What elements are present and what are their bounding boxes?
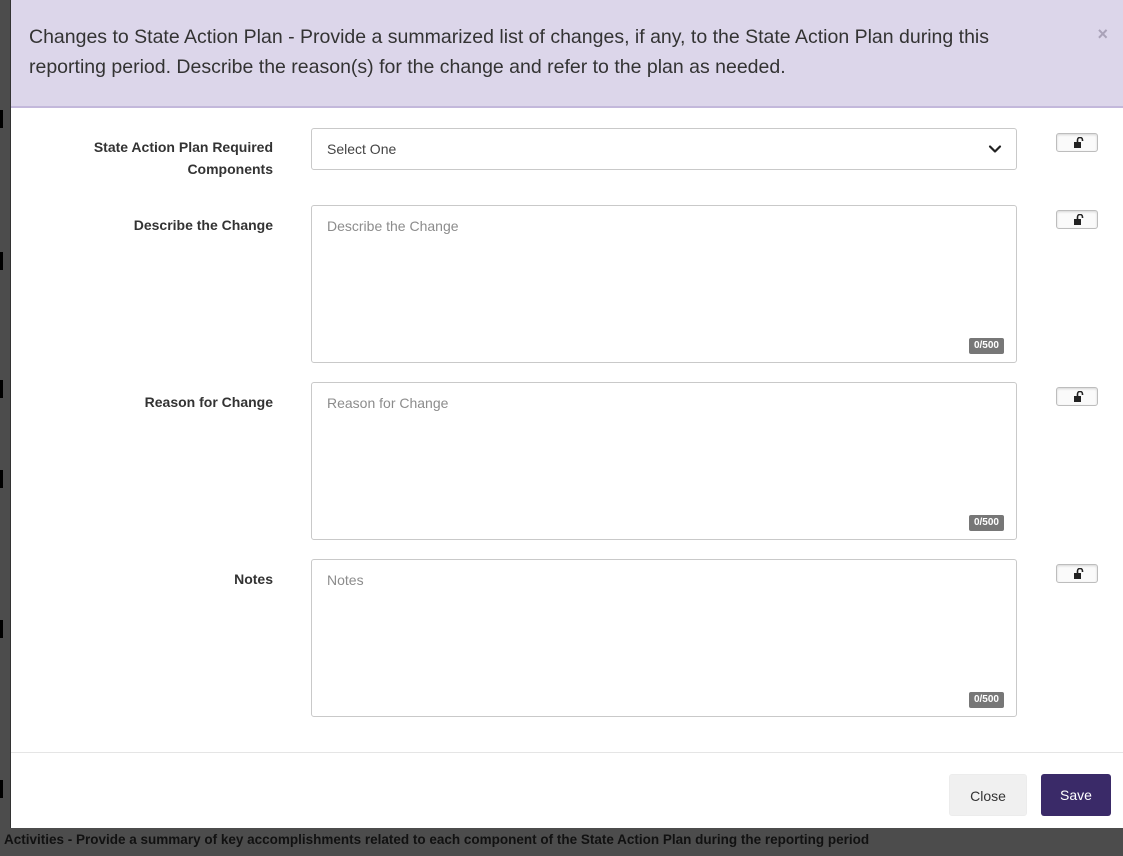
- describe-change-textarea[interactable]: Describe the Change 0/500: [311, 205, 1017, 363]
- close-icon[interactable]: ×: [1097, 24, 1108, 45]
- background-tick: [0, 780, 3, 798]
- background-tick: [0, 380, 3, 398]
- unlock-icon: [1074, 214, 1084, 225]
- describe-lock-button[interactable]: [1056, 210, 1098, 229]
- background-tick: [0, 252, 3, 270]
- describe-char-counter: 0/500: [968, 338, 1004, 354]
- components-select[interactable]: Select One: [311, 128, 1017, 170]
- reason-placeholder: Reason for Change: [327, 395, 449, 411]
- describe-label: Describe the Change: [133, 217, 273, 233]
- background-tick: [0, 620, 3, 638]
- components-label: State Action Plan Required Components: [93, 139, 273, 177]
- describe-placeholder: Describe the Change: [327, 218, 459, 234]
- components-selected-value: Select One: [327, 141, 397, 157]
- chevron-down-icon: [988, 145, 1002, 153]
- unlock-icon: [1074, 137, 1084, 148]
- background-left-edge: [0, 0, 10, 830]
- reason-label: Reason for Change: [144, 394, 273, 410]
- modal-title: Changes to State Action Plan - Provide a…: [29, 26, 990, 78]
- modal-header: Changes to State Action Plan - Provide a…: [11, 0, 1123, 108]
- changes-modal: Changes to State Action Plan - Provide a…: [10, 0, 1123, 828]
- reason-char-counter: 0/500: [968, 515, 1004, 531]
- notes-textarea[interactable]: Notes 0/500: [311, 559, 1017, 717]
- unlock-icon: [1074, 568, 1084, 579]
- footer-divider: [11, 752, 1123, 753]
- background-tick: [0, 110, 3, 128]
- notes-char-counter: 0/500: [968, 692, 1004, 708]
- notes-placeholder: Notes: [327, 572, 364, 588]
- background-section-heading: Activities - Provide a summary of key ac…: [0, 828, 1123, 856]
- notes-label: Notes: [234, 571, 273, 587]
- notes-lock-button[interactable]: [1056, 564, 1098, 583]
- close-button[interactable]: Close: [949, 774, 1027, 816]
- components-lock-button[interactable]: [1056, 133, 1098, 152]
- reason-for-change-textarea[interactable]: Reason for Change 0/500: [311, 382, 1017, 540]
- background-tick: [0, 470, 3, 488]
- unlock-icon: [1074, 391, 1084, 402]
- reason-lock-button[interactable]: [1056, 387, 1098, 406]
- save-button[interactable]: Save: [1041, 774, 1111, 816]
